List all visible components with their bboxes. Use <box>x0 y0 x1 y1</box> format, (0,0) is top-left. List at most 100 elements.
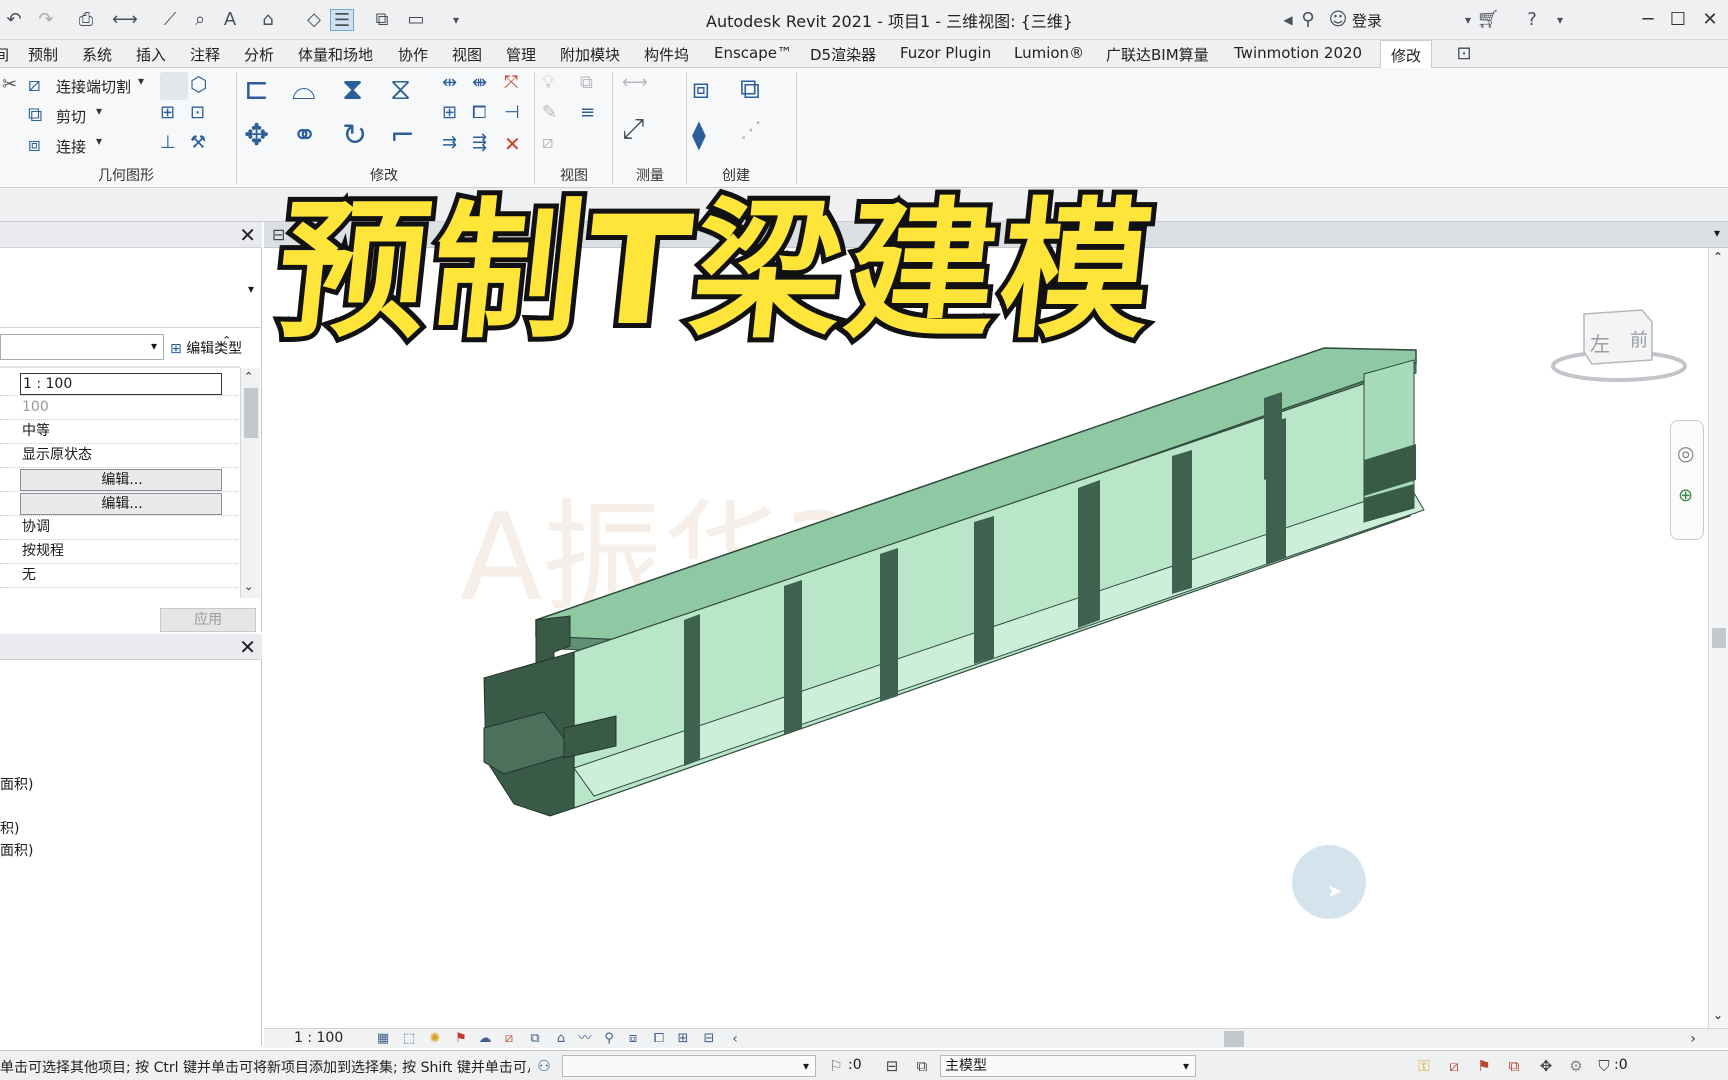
thin-lines-icon[interactable]: ☰ <box>330 9 354 31</box>
chevron-left-icon[interactable]: ‹ <box>726 1031 744 1047</box>
chevron-down-icon[interactable]: ▾ <box>151 339 157 353</box>
tab-precast[interactable]: 预制 <box>28 44 58 65</box>
section-icon[interactable]: ◇ <box>302 9 326 31</box>
sign-in-link[interactable]: 登录 <box>1352 10 1382 31</box>
minimize-icon[interactable]: ─ <box>1634 6 1662 34</box>
join-end-cut-button[interactable]: 连接端切割 <box>56 76 131 97</box>
design-options-icon[interactable]: ⊟ <box>882 1056 902 1076</box>
properties-close-icon[interactable]: ✕ <box>239 223 256 247</box>
tab-d5-render[interactable]: D5渲染器 <box>810 44 876 65</box>
move-icon[interactable]: ✥ <box>244 118 280 154</box>
tab-systems[interactable]: 系统 <box>82 44 112 65</box>
cut-geometry-icon[interactable]: ✂ <box>2 74 30 102</box>
tab-collaborate[interactable]: 协作 <box>398 44 428 65</box>
temporary-hide-icon[interactable]: 〰 <box>576 1031 594 1047</box>
offset-icon[interactable]: ⌓ <box>292 72 328 108</box>
tag-icon[interactable]: ⌕ <box>188 9 212 31</box>
drag-elements-icon[interactable]: ✥ <box>1536 1056 1556 1076</box>
tab-analyze[interactable]: 分析 <box>244 44 274 65</box>
view-scale-field[interactable]: 1 : 100 <box>20 373 222 395</box>
select-pinned-icon[interactable]: ⚑ <box>1474 1056 1494 1076</box>
close-hidden-icon[interactable]: ⧉ <box>370 9 394 31</box>
scroll-down-icon[interactable]: ⌄ <box>1713 1008 1723 1022</box>
properties-scrollbar[interactable]: ⌃ ⌄ <box>240 368 260 598</box>
redo-icon[interactable]: ↷ <box>34 9 58 31</box>
detail-level-value[interactable]: 中等 <box>20 420 222 443</box>
select-by-face-icon[interactable]: ⧉ <box>1504 1056 1524 1076</box>
split-gap-icon[interactable]: ⇼ <box>472 72 500 100</box>
unpin-icon[interactable]: ⤧ <box>504 72 532 100</box>
tab-modify[interactable]: 修改 <box>1380 40 1433 69</box>
switch-windows-icon[interactable]: ▭ <box>404 9 428 31</box>
browser-item[interactable]: 积) <box>0 818 19 838</box>
tab-component-dock[interactable]: 构件坞 <box>644 44 689 65</box>
tab-annotate[interactable]: 注释 <box>190 44 220 65</box>
project-browser-close-icon[interactable]: ✕ <box>239 635 256 659</box>
rotate-icon[interactable]: ↻ <box>342 118 378 154</box>
qat-customize-icon[interactable]: ▾ <box>444 9 468 31</box>
view-cube-front-face[interactable]: 前 <box>1630 326 1648 352</box>
cut-button[interactable]: 剪切 <box>56 106 86 127</box>
browser-item[interactable]: 面积) <box>0 774 33 794</box>
view-vertical-scrollbar[interactable]: ⌃ ⌄ <box>1708 248 1728 1028</box>
scroll-thumb[interactable] <box>244 388 258 438</box>
select-underlay-icon[interactable]: ⧄ <box>1444 1056 1464 1076</box>
split-element-icon[interactable]: ⊥ <box>160 132 188 160</box>
join-dropdown-icon[interactable]: ▾ <box>96 134 124 162</box>
tab-view[interactable]: 视图 <box>452 44 482 65</box>
override-graphics-icon[interactable]: 💡︎ <box>542 72 570 100</box>
linework-icon[interactable]: ✎ <box>542 102 570 130</box>
analytical-model-icon[interactable]: ⧠ <box>650 1031 668 1047</box>
scroll-up-icon[interactable]: ⌃ <box>1713 250 1723 264</box>
aligned-dimension-icon[interactable]: ⤢ <box>622 112 662 152</box>
temporary-view-properties-icon[interactable]: ⧈ <box>624 1031 642 1047</box>
copy-icon[interactable]: ⚭ <box>292 118 328 154</box>
workset-select[interactable]: ▾ <box>562 1055 816 1077</box>
create-assembly-icon[interactable]: ⧈ <box>692 72 732 112</box>
tab-fragment[interactable]: 间 <box>0 44 9 65</box>
array-icon[interactable]: ⊞ <box>442 102 470 130</box>
pin-icon[interactable]: ⊣ <box>504 102 532 130</box>
filter-lines-icon[interactable]: ≡ <box>580 102 608 130</box>
align-dim-icon[interactable]: ⟷ <box>112 9 138 31</box>
render-icon[interactable]: ☁ <box>476 1031 494 1047</box>
show-crop-icon[interactable]: ⧉ <box>526 1031 544 1047</box>
measure-between-icon[interactable]: ⟷ <box>622 72 662 100</box>
undo-icon[interactable]: ↶ <box>2 9 26 31</box>
maximize-icon[interactable]: ☐ <box>1664 6 1692 34</box>
scroll-up-icon[interactable]: ⌃ <box>244 370 253 383</box>
demolish-icon[interactable]: ⊡ <box>190 102 218 130</box>
collapse-group-icon[interactable]: ⌃ <box>222 334 231 347</box>
reveal-hidden-icon[interactable]: ⚲ <box>600 1031 618 1047</box>
scroll-down-icon[interactable]: ⌄ <box>244 580 253 593</box>
color-scheme-value[interactable]: 无 <box>20 564 222 587</box>
chevron-down-icon[interactable]: ▾ <box>803 1056 809 1076</box>
split-icon[interactable]: ⇹ <box>442 72 470 100</box>
hammer-icon[interactable]: ⚒ <box>190 132 218 160</box>
view-cube[interactable]: 左 前 <box>1544 300 1694 390</box>
split-face-icon[interactable] <box>160 72 188 100</box>
mirror-draw-axis-icon[interactable]: ⧖ <box>390 72 426 108</box>
main-model-icon[interactable]: ⧉ <box>912 1056 932 1076</box>
visibility-edit-button[interactable]: 编辑... <box>20 469 222 491</box>
create-parts-icon[interactable]: ⧉ <box>740 72 780 112</box>
select-links-icon[interactable]: ⚿ <box>1414 1056 1434 1076</box>
ribbon-minimize-icon[interactable]: ⊡ <box>1452 43 1476 65</box>
tab-massing-site[interactable]: 体量和场地 <box>298 44 373 65</box>
paint-icon[interactable]: ⬡ <box>190 72 218 100</box>
binoculars-icon[interactable]: ⚲ <box>1296 9 1320 31</box>
steering-wheel-icon[interactable]: ◎ <box>1677 441 1694 465</box>
wall-joins-icon[interactable]: ⊞ <box>160 102 188 130</box>
cut-dropdown-icon[interactable]: ▾ <box>96 104 124 132</box>
sun-path-icon[interactable]: ✺ <box>426 1031 444 1047</box>
join-button[interactable]: 连接 <box>56 136 86 157</box>
help-dropdown-icon[interactable]: ▾ <box>1548 9 1572 31</box>
reveal-constraints-icon[interactable]: ⊟ <box>700 1031 718 1047</box>
measure-icon[interactable]: ⟋ <box>158 9 182 31</box>
apply-button[interactable]: 应用 <box>160 608 256 632</box>
close-icon[interactable]: ✕ <box>1696 6 1724 34</box>
filter-icon[interactable]: ⛉ <box>1594 1056 1614 1076</box>
background-process-icon[interactable]: ⚙ <box>1566 1056 1586 1076</box>
view-scale-label[interactable]: 1 : 100 <box>294 1030 343 1046</box>
trim-extend-corner-icon[interactable]: ⌐ <box>390 118 426 154</box>
